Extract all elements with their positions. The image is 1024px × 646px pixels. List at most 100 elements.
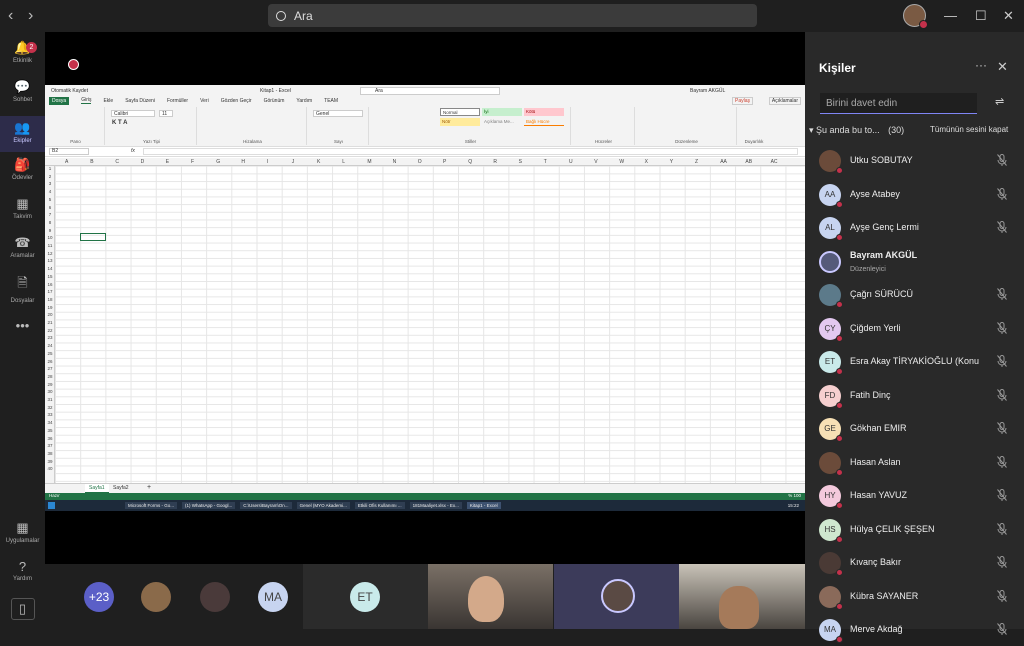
taskbar-item[interactable]: C:\Users\Bayram\On... [240, 502, 292, 509]
row-header[interactable]: 16 [45, 282, 55, 287]
rail-item-mobile[interactable]: ▯ [0, 598, 45, 622]
rail-item-chat[interactable]: 💬 Sohbet [0, 79, 45, 111]
mic-muted-icon[interactable] [997, 221, 1007, 233]
rail-item-calls[interactable]: ☎ Aramalar [0, 235, 45, 267]
taskbar-item[interactable]: Microsoft Forms - Go... [125, 502, 178, 509]
column-header[interactable]: W [619, 159, 624, 165]
maximize-button[interactable]: ☐ [975, 8, 987, 24]
mic-muted-icon[interactable] [997, 288, 1007, 300]
participant-row[interactable]: Kübra SAYANER [805, 580, 1024, 613]
column-header[interactable]: R [493, 159, 497, 165]
mute-all-button[interactable]: Tümünün sesini kapat [930, 125, 1008, 134]
style-neutral[interactable]: Nötr [440, 118, 480, 126]
minimize-button[interactable]: — [944, 8, 957, 23]
windows-start-icon[interactable] [48, 502, 55, 509]
more-participants-button[interactable]: +23 [84, 582, 114, 612]
row-header[interactable]: 30 [45, 389, 55, 394]
participant-avatar[interactable] [200, 582, 230, 612]
participant-row[interactable]: ÇY Çiğdem Yerli [805, 312, 1024, 345]
taskbar-item[interactable]: (1) WhatsApp - Googl... [182, 502, 236, 509]
column-header[interactable]: O [418, 159, 422, 165]
row-header[interactable]: 29 [45, 382, 55, 387]
tab-team[interactable]: TEAM [324, 98, 338, 104]
participant-row[interactable]: HY Hasan YAVUZ [805, 479, 1024, 512]
column-header[interactable]: Z [695, 159, 698, 165]
row-header[interactable]: 12 [45, 251, 55, 256]
taskbar-item-active[interactable]: Kitap1 - Excel [466, 502, 501, 509]
number-format-select[interactable]: Genel [313, 110, 363, 117]
rail-item-apps[interactable]: ▦ Uygulamalar [0, 520, 45, 550]
taskbar-item[interactable]: 181Maaliyet.xlsx - Ex... [409, 502, 462, 509]
tab-formulas[interactable]: Formüller [167, 98, 188, 104]
row-header[interactable]: 6 [45, 205, 55, 210]
participant-row[interactable]: HS Hülya ÇELIK ŞEŞEN [805, 513, 1024, 546]
rail-item-more[interactable]: ••• [0, 318, 45, 334]
participant-row[interactable]: Bayram AKGÜL Düzenleyici [805, 245, 1024, 278]
more-options-icon[interactable]: ··· [975, 58, 987, 72]
formula-input[interactable] [143, 148, 798, 155]
bold-button[interactable]: K T A [112, 120, 127, 126]
row-header[interactable]: 24 [45, 343, 55, 348]
style-linked-cell[interactable]: Bağlı Hücre [524, 118, 564, 126]
style-explanatory[interactable]: Açıklama Me... [482, 118, 522, 126]
mic-muted-icon[interactable] [997, 321, 1007, 334]
sheet-grid[interactable] [45, 158, 805, 483]
mic-muted-icon[interactable] [997, 154, 1007, 166]
column-header[interactable]: AC [771, 159, 778, 165]
section-header[interactable]: ▾ Şu anda bu to... (30) Tümünün sesini k… [809, 125, 1021, 136]
rail-item-help[interactable]: ? Yardım [0, 559, 45, 589]
row-header[interactable]: 20 [45, 312, 55, 317]
row-header[interactable]: 7 [45, 212, 55, 217]
column-header[interactable]: U [569, 159, 573, 165]
column-header[interactable]: K [317, 159, 320, 165]
column-header[interactable]: P [443, 159, 446, 165]
mic-muted-icon[interactable] [997, 388, 1007, 401]
column-header[interactable]: L [342, 159, 345, 165]
column-header[interactable]: S [519, 159, 522, 165]
comments-button[interactable]: Açıklamalar [768, 97, 801, 105]
row-header[interactable]: 11 [45, 243, 55, 248]
font-select[interactable]: Calibri [111, 110, 155, 117]
participant-row[interactable]: FD Fatih Dinç [805, 379, 1024, 412]
column-header[interactable]: H [241, 159, 245, 165]
mic-muted-icon[interactable] [997, 422, 1007, 434]
column-header[interactable]: B [90, 159, 93, 165]
style-bad[interactable]: Kötü [524, 108, 564, 116]
mic-muted-icon[interactable] [997, 489, 1007, 501]
participant-tile[interactable] [554, 564, 679, 629]
row-header[interactable]: 19 [45, 305, 55, 310]
row-header[interactable]: 34 [45, 420, 55, 425]
participant-row[interactable]: Utku SOBUTAY [805, 144, 1024, 177]
row-header[interactable]: 10 [45, 235, 55, 240]
row-header[interactable]: 13 [45, 258, 55, 263]
tab-review[interactable]: Gözden Geçir [221, 98, 252, 104]
tab-file[interactable]: Dosya [49, 96, 70, 105]
mic-muted-icon[interactable] [997, 187, 1007, 200]
tab-view[interactable]: Görünüm [264, 98, 285, 104]
mic-muted-icon[interactable] [997, 556, 1007, 568]
row-header[interactable]: 27 [45, 366, 55, 371]
participant-row[interactable]: ET Esra Akay TİRYAKİOĞLU (Konu [805, 345, 1024, 378]
column-header[interactable]: E [166, 159, 169, 165]
sheet-tab-1[interactable]: Sayfa1 [85, 484, 109, 493]
tab-insert[interactable]: Ekle [103, 98, 113, 104]
name-box[interactable]: B2 [49, 148, 89, 155]
share-button[interactable]: Paylaş [731, 97, 753, 105]
column-header[interactable]: AB [745, 159, 752, 165]
zoom-level[interactable]: % 100 [788, 493, 801, 498]
row-header[interactable]: 35 [45, 428, 55, 433]
tab-home[interactable]: Giriş [81, 97, 92, 104]
participant-video[interactable] [428, 564, 553, 629]
tab-data[interactable]: Veri [200, 98, 209, 104]
column-header[interactable]: Y [670, 159, 673, 165]
close-button[interactable]: ✕ [1003, 8, 1014, 24]
column-header[interactable]: M [367, 159, 371, 165]
row-header[interactable]: 15 [45, 274, 55, 279]
column-header[interactable]: D [141, 159, 145, 165]
add-sheet-button[interactable]: + [147, 484, 151, 491]
tab-page-layout[interactable]: Sayfa Düzeni [125, 98, 155, 104]
row-header[interactable]: 18 [45, 297, 55, 302]
participant-row[interactable]: AL Ayşe Genç Lermi [805, 211, 1024, 244]
participant-row[interactable]: MA Merve Akdağ [805, 613, 1024, 646]
column-header[interactable]: T [544, 159, 547, 165]
